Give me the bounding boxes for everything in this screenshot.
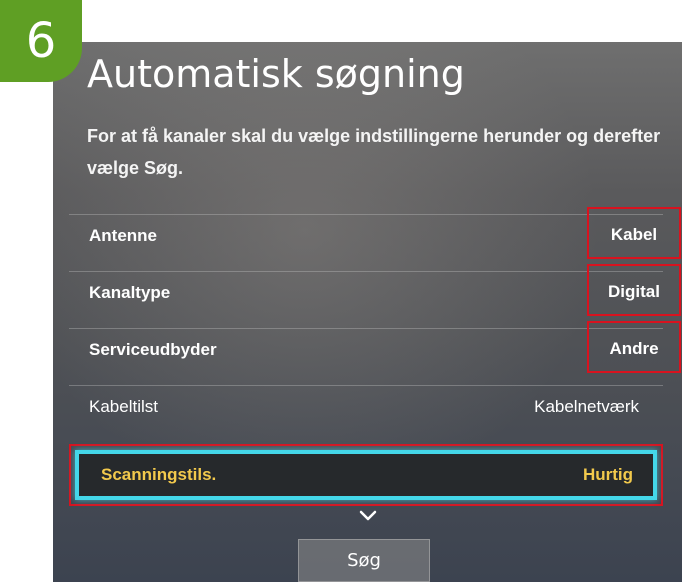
setting-label: Antenne xyxy=(89,226,157,245)
setting-label: Kabeltilst xyxy=(89,397,158,416)
setting-label: Serviceudbyder xyxy=(89,340,217,359)
tv-screen: Automatisk søgning For at få kanaler ska… xyxy=(53,42,682,582)
page-title: Automatisk søgning xyxy=(87,52,465,96)
setting-value: Andre xyxy=(587,321,681,373)
setting-row-kanaltype[interactable]: Kanaltype Digital xyxy=(69,264,681,328)
setting-row-serviceudbyder[interactable]: Serviceudbyder Andre xyxy=(69,321,681,385)
setting-value: Kabel xyxy=(587,207,681,259)
instruction-text: For at få kanaler skal du vælge indstill… xyxy=(87,126,661,178)
step-number-badge: 6 xyxy=(0,0,82,82)
setting-value: Digital xyxy=(587,264,681,316)
chevron-down-icon[interactable] xyxy=(359,509,377,523)
search-button[interactable]: Søg xyxy=(298,539,430,582)
setting-label: Kanaltype xyxy=(89,283,171,302)
setting-row-scanningstils-selected[interactable]: Scanningstils. Hurtig xyxy=(69,444,663,506)
setting-row-antenne[interactable]: Antenne Kabel xyxy=(69,207,681,271)
focus-outline: Scanningstils. Hurtig xyxy=(75,450,657,500)
setting-label: Scanningstils. xyxy=(101,465,217,484)
setting-value: Kabelnetværk xyxy=(534,397,639,416)
setting-row-kabeltilst[interactable]: Kabeltilst Kabelnetværk xyxy=(69,385,663,442)
setting-value: Hurtig xyxy=(582,465,633,484)
